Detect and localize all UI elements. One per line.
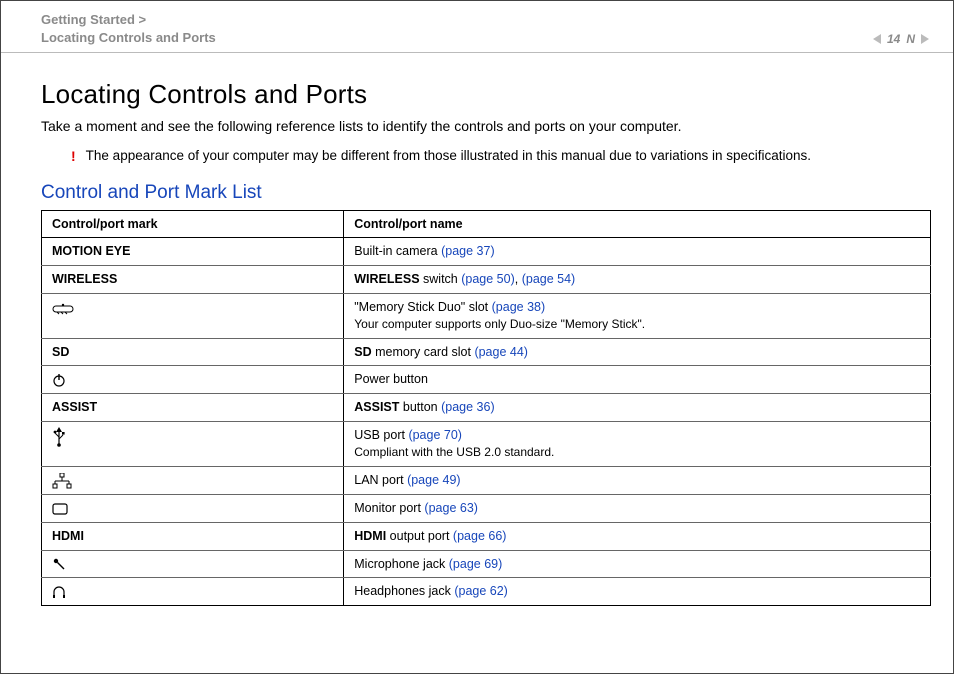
- link-page50[interactable]: (page 50): [461, 272, 515, 286]
- desc-power: Power button: [354, 372, 428, 386]
- warning-icon: !: [41, 148, 76, 164]
- link-page54[interactable]: (page 54): [522, 272, 576, 286]
- link-page49[interactable]: (page 49): [407, 473, 461, 487]
- link-page63[interactable]: (page 63): [424, 501, 478, 515]
- nav-n-label: N: [906, 32, 915, 46]
- page-number: 14: [887, 32, 900, 46]
- breadcrumb-l1: Getting Started >: [41, 12, 146, 27]
- lan-icon: [42, 466, 344, 494]
- breadcrumb-l2: Locating Controls and Ports: [41, 30, 216, 45]
- usb-icon: [42, 422, 344, 467]
- microphone-icon: [42, 550, 344, 578]
- link-page38[interactable]: (page 38): [492, 300, 546, 314]
- power-icon: [42, 366, 344, 394]
- mark-sd: SD: [52, 345, 69, 359]
- table-row: Monitor port (page 63): [42, 494, 931, 522]
- mark-hdmi: HDMI: [52, 529, 84, 543]
- table-row: HDMI HDMI output port (page 66): [42, 522, 931, 550]
- table-row: Microphone jack (page 69): [42, 550, 931, 578]
- monitor-icon: [42, 494, 344, 522]
- desc-motioneye: Built-in camera: [354, 244, 441, 258]
- page-nav: 14 N: [873, 32, 931, 46]
- ports-table: Control/port mark Control/port name MOTI…: [41, 210, 931, 606]
- headphones-icon: [42, 578, 344, 606]
- caution-text: The appearance of your computer may be d…: [86, 148, 811, 163]
- table-row: SD SD memory card slot (page 44): [42, 338, 931, 366]
- table-row: LAN port (page 49): [42, 466, 931, 494]
- link-page37[interactable]: (page 37): [441, 244, 495, 258]
- table-row: ASSIST ASSIST button (page 36): [42, 394, 931, 422]
- next-page-icon[interactable]: [921, 34, 929, 44]
- mark-motioneye: MOTION EYE: [52, 244, 130, 258]
- table-row: USB port (page 70)Compliant with the USB…: [42, 422, 931, 467]
- page-title: Locating Controls and Ports: [41, 79, 931, 110]
- prev-page-icon[interactable]: [873, 34, 881, 44]
- link-page69[interactable]: (page 69): [449, 557, 503, 571]
- table-row: "Memory Stick Duo" slot (page 38)Your co…: [42, 293, 931, 338]
- memorystick-icon: [42, 293, 344, 338]
- content: Locating Controls and Ports Take a momen…: [1, 53, 953, 606]
- table-row: Power button: [42, 366, 931, 394]
- page-header: Getting Started > Locating Controls and …: [1, 1, 953, 53]
- link-page36[interactable]: (page 36): [441, 400, 495, 414]
- table-row: WIRELESS WIRELESS switch (page 50), (pag…: [42, 265, 931, 293]
- link-page62[interactable]: (page 62): [454, 584, 508, 598]
- th-name: Control/port name: [344, 211, 931, 238]
- link-page66[interactable]: (page 66): [453, 529, 507, 543]
- mark-wireless: WIRELESS: [52, 272, 117, 286]
- breadcrumb: Getting Started > Locating Controls and …: [41, 11, 216, 46]
- intro-text: Take a moment and see the following refe…: [41, 118, 931, 134]
- table-row: Headphones jack (page 62): [42, 578, 931, 606]
- link-page70[interactable]: (page 70): [408, 428, 462, 442]
- table-row: MOTION EYE Built-in camera (page 37): [42, 238, 931, 266]
- th-mark: Control/port mark: [42, 211, 344, 238]
- ms-subtext: Your computer supports only Duo-size "Me…: [354, 317, 645, 331]
- mark-assist: ASSIST: [52, 400, 97, 414]
- section-subhead: Control and Port Mark List: [41, 182, 931, 204]
- usb-subtext: Compliant with the USB 2.0 standard.: [354, 445, 554, 459]
- caution-note: ! The appearance of your computer may be…: [41, 148, 931, 164]
- link-page44[interactable]: (page 44): [474, 345, 528, 359]
